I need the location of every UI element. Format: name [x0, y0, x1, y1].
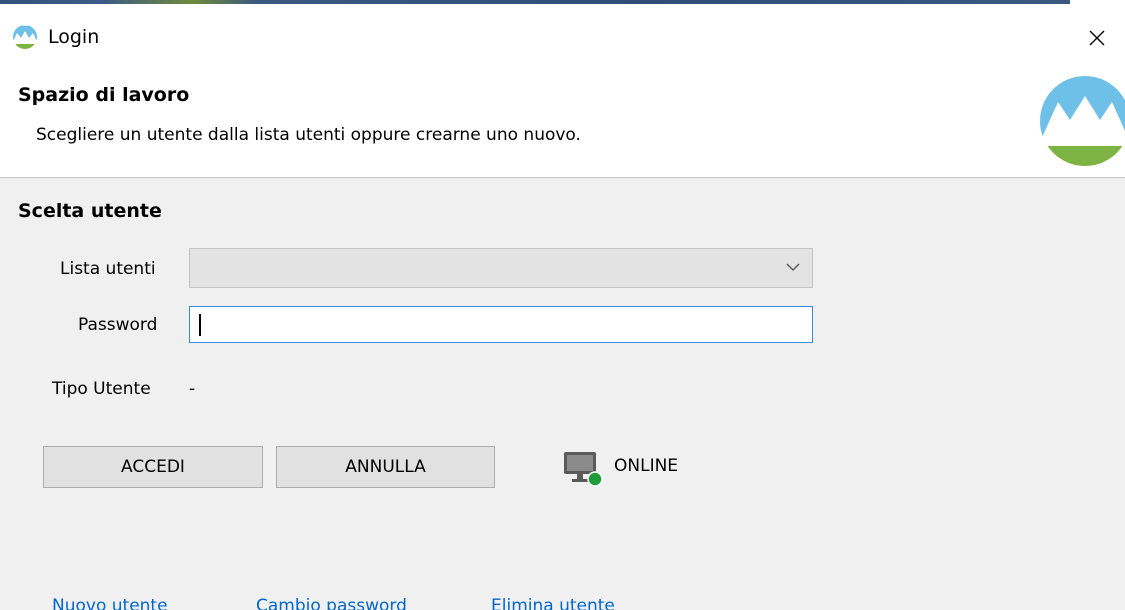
login-button[interactable]: ACCEDI — [43, 446, 263, 488]
close-button[interactable] — [1069, 12, 1125, 64]
connection-status: ONLINE — [614, 456, 679, 476]
close-icon — [1089, 30, 1105, 46]
chevron-down-icon — [786, 263, 800, 271]
password-label: Password — [78, 315, 158, 335]
window-title: Login — [48, 26, 100, 48]
new-user-link[interactable]: Nuovo utente — [52, 596, 168, 610]
section-title: Scelta utente — [18, 200, 162, 222]
header-panel: Spazio di lavoro Scegliere un utente dal… — [0, 64, 1125, 178]
cancel-button[interactable]: ANNULLA — [276, 446, 495, 488]
monitor-online-icon — [564, 452, 603, 487]
background-strip — [0, 0, 1125, 12]
mountain-logo-icon — [1040, 76, 1125, 166]
title-bar[interactable]: Login — [0, 12, 1125, 64]
user-list-label: Lista utenti — [60, 259, 156, 279]
user-type-value: - — [189, 379, 196, 399]
change-password-link[interactable]: Cambio password — [256, 596, 407, 610]
text-cursor — [199, 314, 201, 336]
header-subtitle: Scegliere un utente dalla lista utenti o… — [36, 125, 581, 145]
header-title: Spazio di lavoro — [18, 84, 190, 106]
mountain-logo-icon — [13, 25, 37, 49]
user-list-select[interactable] — [189, 248, 813, 288]
user-type-label: Tipo Utente — [52, 379, 151, 399]
password-input[interactable] — [189, 306, 813, 343]
delete-user-link[interactable]: Elimina utente — [491, 596, 615, 610]
background-band — [0, 0, 1070, 4]
